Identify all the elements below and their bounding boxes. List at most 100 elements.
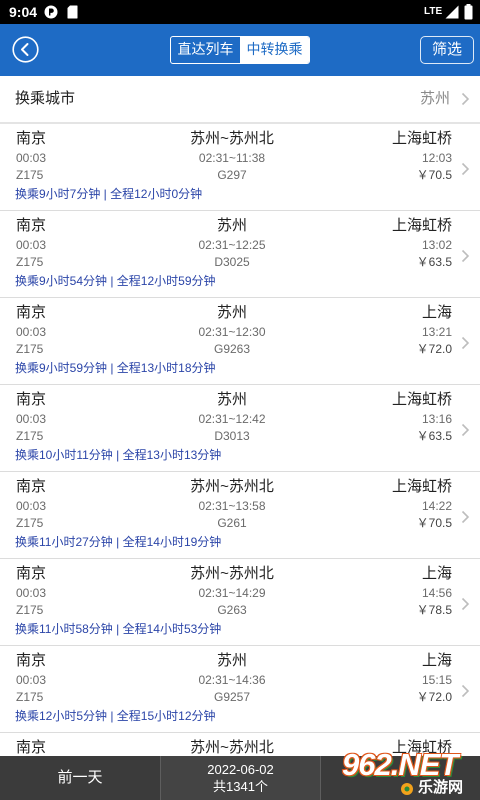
price: ￥70.5 — [416, 168, 452, 182]
first-train-number: Z175 — [16, 516, 44, 530]
transfer-station: 苏州~苏州北 — [190, 130, 274, 147]
watermark-brand: 962.NET — [342, 747, 458, 782]
arrive-time: 14:22 — [421, 499, 452, 513]
battery-icon — [464, 4, 473, 20]
second-train-number: G9257 — [213, 690, 251, 704]
transfer-station: 苏州~苏州北 — [190, 565, 274, 582]
from-station: 南京 — [16, 217, 47, 234]
duration-summary: 换乘12小时5分钟 | 全程15小时12分钟 — [15, 709, 216, 723]
to-station: 上海虹桥 — [391, 130, 452, 147]
chevron-right-icon — [461, 249, 470, 263]
transfer-times: 02:31~13:58 — [198, 499, 266, 513]
depart-time: 00:03 — [16, 151, 47, 165]
price: ￥63.5 — [416, 429, 452, 443]
transfer-city-value: 苏州 — [419, 90, 450, 107]
duration-summary: 换乘11小时27分钟 | 全程14小时19分钟 — [15, 535, 222, 549]
depart-time: 00:03 — [16, 673, 47, 687]
result-item[interactable]: 南京 苏州 上海虹桥 00:03 02:31~12:25 13:02 Z175 … — [0, 211, 480, 298]
price: ￥63.5 — [416, 255, 452, 269]
to-station: 上海虹桥 — [391, 217, 452, 234]
status-bar: 9:04 LTE — [0, 0, 480, 24]
result-item[interactable]: 南京 苏州 上海 00:03 02:31~12:30 13:21 Z175 G9… — [0, 298, 480, 385]
arrive-time: 13:16 — [421, 412, 452, 426]
duration-summary: 换乘9小时59分钟 | 全程13小时18分钟 — [15, 361, 216, 375]
current-date: 2022-06-02 — [207, 762, 274, 777]
transfer-station: 苏州 — [216, 652, 247, 669]
first-train-number: Z175 — [16, 690, 44, 704]
from-station: 南京 — [16, 391, 47, 408]
first-train-number: Z175 — [16, 429, 44, 443]
arrive-time: 13:02 — [421, 238, 452, 252]
depart-time: 00:03 — [16, 412, 47, 426]
transfer-times: 02:31~12:25 — [198, 238, 266, 252]
first-train-number: Z175 — [16, 255, 44, 269]
second-train-number: G263 — [217, 603, 247, 617]
divider — [320, 756, 321, 800]
watermark-name: 乐游网 — [418, 779, 464, 796]
first-train-number: Z175 — [16, 603, 44, 617]
result-item[interactable]: 南京 苏州~苏州北 上海 00:03 02:31~14:29 14:56 Z17… — [0, 559, 480, 646]
depart-time: 00:03 — [16, 586, 47, 600]
from-station: 南京 — [16, 478, 47, 495]
transfer-times: 02:31~14:29 — [198, 586, 266, 600]
price: ￥72.0 — [416, 342, 452, 356]
signal-icon — [445, 5, 459, 19]
duration-summary: 换乘11小时58分钟 | 全程14小时53分钟 — [15, 622, 222, 636]
transfer-times: 02:31~14:36 — [198, 673, 266, 687]
to-station: 上海虹桥 — [391, 391, 452, 408]
result-item[interactable]: 南京 苏州 上海 00:03 02:31~14:36 15:15 Z175 G9… — [0, 646, 480, 733]
chevron-right-icon — [461, 162, 470, 176]
result-item[interactable]: 南京 苏州~苏州北 上海虹桥 00:03 02:31~13:58 14:22 Z… — [0, 472, 480, 559]
transfer-times: 02:31~11:38 — [198, 151, 266, 165]
back-button[interactable] — [12, 36, 39, 63]
result-item[interactable]: 南京 苏州~苏州北 上海虹桥 00:03 02:31~11:38 12:03 Z… — [0, 124, 480, 211]
transfer-station: 苏州~苏州北 — [190, 478, 274, 495]
depart-time: 00:03 — [16, 499, 47, 513]
transfer-station: 苏州 — [216, 391, 247, 408]
top-app-bar: 直达列车 中转换乘 筛选 — [0, 24, 480, 76]
arrive-time: 14:56 — [421, 586, 452, 600]
arrive-time: 13:21 — [421, 325, 452, 339]
tab-direct-trains[interactable]: 直达列车 — [171, 37, 240, 63]
arrive-time: 12:03 — [421, 151, 452, 165]
from-station: 南京 — [16, 739, 47, 756]
duration-summary: 换乘10小时11分钟 | 全程13小时13分钟 — [15, 448, 222, 462]
network-type: LTE — [424, 6, 443, 17]
result-item[interactable]: 南京 苏州 上海虹桥 00:03 02:31~12:42 13:16 Z175 … — [0, 385, 480, 472]
depart-time: 00:03 — [16, 325, 47, 339]
chevron-right-icon — [461, 597, 470, 611]
transfer-city-row[interactable]: 换乘城市 苏州 — [0, 76, 480, 122]
chevron-right-icon — [461, 510, 470, 524]
chevron-right-icon — [461, 684, 470, 698]
watermark-logo-icon — [401, 783, 413, 795]
duration-summary: 换乘9小时7分钟 | 全程12小时0分钟 — [15, 187, 203, 201]
date-picker-button[interactable]: 2022-06-02 共1341个 — [161, 756, 320, 800]
transfer-results-list[interactable]: 南京 苏州~苏州北 上海虹桥 00:03 02:31~11:38 12:03 Z… — [0, 124, 480, 756]
filter-button[interactable]: 筛选 — [420, 36, 474, 64]
from-station: 南京 — [16, 130, 47, 147]
second-train-number: G9263 — [213, 342, 251, 356]
previous-day-button[interactable]: 前一天 — [0, 756, 160, 800]
duration-summary: 换乘9小时54分钟 | 全程12小时59分钟 — [15, 274, 216, 288]
mode-segmented-control: 直达列车 中转换乘 — [170, 36, 310, 64]
transfer-times: 02:31~12:42 — [198, 412, 266, 426]
chevron-right-icon — [461, 92, 470, 106]
transfer-station: 苏州 — [216, 217, 247, 234]
tab-transfer[interactable]: 中转换乘 — [240, 37, 309, 63]
first-train-number: Z175 — [16, 168, 44, 182]
arrive-time: 15:15 — [421, 673, 452, 687]
second-train-number: D3013 — [214, 429, 250, 443]
result-count: 共1341个 — [213, 779, 268, 794]
depart-time: 00:03 — [16, 238, 47, 252]
price: ￥70.5 — [416, 516, 452, 530]
sim-card-icon — [67, 5, 78, 19]
to-station: 上海 — [421, 565, 452, 582]
to-station: 上海 — [421, 304, 452, 321]
first-train-number: Z175 — [16, 342, 44, 356]
price: ￥78.5 — [416, 603, 452, 617]
chevron-right-icon — [461, 423, 470, 437]
app-notification-icon — [44, 5, 58, 19]
back-circle-icon — [12, 36, 39, 63]
transfer-station: 苏州 — [216, 304, 247, 321]
chevron-right-icon — [461, 336, 470, 350]
